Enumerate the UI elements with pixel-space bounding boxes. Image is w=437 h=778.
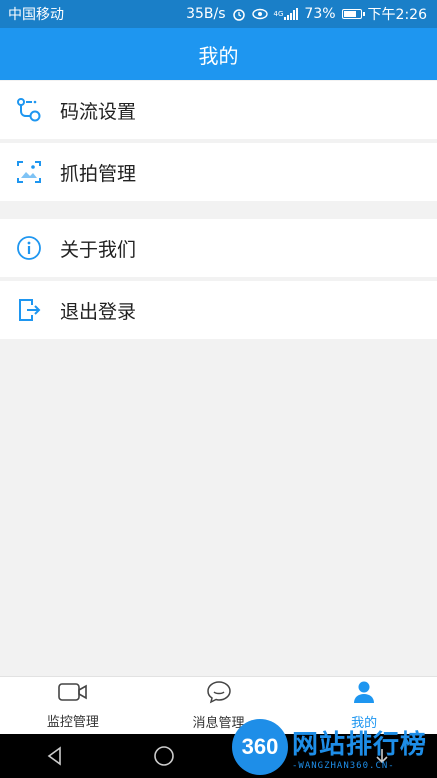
- menu-item-label: 码流设置: [60, 100, 137, 123]
- clock: 下午2:26: [367, 7, 427, 23]
- menu-item-stream-settings[interactable]: 码流设置: [0, 81, 437, 139]
- menu-item-about-us[interactable]: 关于我们: [0, 219, 437, 277]
- network-speed: 35B/s: [186, 6, 226, 22]
- status-indicators: 35B/s 4G 73% 下午2:26: [186, 4, 427, 24]
- eye-icon: [251, 8, 268, 20]
- battery-percent: 73%: [304, 6, 336, 22]
- user-icon: [353, 680, 375, 708]
- tab-label: 监控管理: [46, 715, 99, 730]
- video-camera-icon: [57, 681, 89, 707]
- menu-group-settings: 码流设置 抓拍管理: [0, 81, 437, 205]
- menu-item-label: 退出登录: [60, 300, 137, 323]
- menu-item-label: 关于我们: [60, 238, 137, 261]
- info-icon: [16, 235, 42, 261]
- watermark-badge: 360: [232, 719, 288, 775]
- logout-icon: [16, 297, 42, 323]
- watermark-title: 网站排行榜: [292, 729, 428, 760]
- menu-item-logout[interactable]: 退出登录: [0, 281, 437, 339]
- network-type-label: 4G: [273, 10, 284, 18]
- watermark-logo: 360 网站排行榜 -WANGZHAN360.CN-: [232, 716, 437, 778]
- carrier-label: 中国移动: [8, 7, 64, 23]
- status-bar: 中国移动 35B/s 4G 73% 下午2:26: [0, 0, 437, 28]
- home-button[interactable]: [144, 736, 184, 776]
- battery-icon: [341, 9, 365, 19]
- tab-monitor-management[interactable]: 监控管理: [0, 677, 146, 734]
- watermark-subtitle: -WANGZHAN360.CN-: [292, 760, 395, 771]
- menu-group-account: 关于我们 退出登录: [0, 219, 437, 343]
- menu-item-label: 抓拍管理: [60, 162, 137, 185]
- page-title: 我的: [198, 43, 239, 68]
- snapshot-icon: [16, 159, 42, 185]
- chat-bubble-icon: [206, 680, 232, 708]
- menu-item-snapshot-management[interactable]: 抓拍管理: [0, 143, 437, 201]
- watermark-text: 网站排行榜 -WANGZHAN360.CN-: [292, 724, 427, 771]
- back-button[interactable]: [35, 736, 75, 776]
- signal-icon: 4G: [274, 8, 299, 20]
- alarm-icon: [232, 7, 246, 21]
- stream-settings-icon: [16, 97, 42, 123]
- app-header: 我的: [0, 28, 437, 80]
